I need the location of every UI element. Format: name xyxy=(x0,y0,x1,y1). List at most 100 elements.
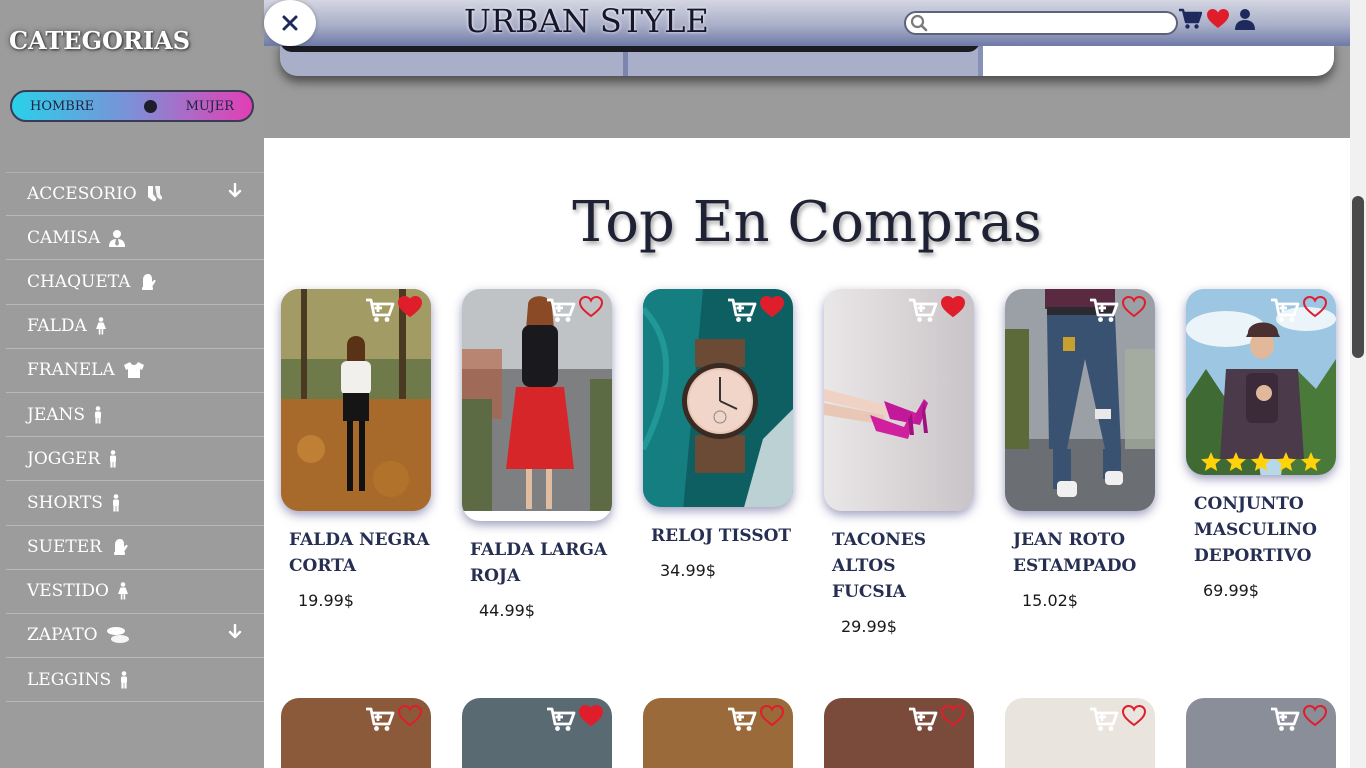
product-image[interactable] xyxy=(643,289,793,507)
add-to-cart-icon[interactable] xyxy=(1270,706,1300,732)
star-icon xyxy=(1251,452,1271,471)
favorite-heart-icon[interactable] xyxy=(1121,295,1147,319)
header-actions xyxy=(1178,8,1256,30)
favorite-heart-icon[interactable] xyxy=(1121,704,1147,728)
chevron-down-icon[interactable] xyxy=(228,182,242,199)
dropdown-caret[interactable] xyxy=(228,623,242,645)
product-card[interactable]: RELOJ TISSOT 34.99$ xyxy=(643,289,793,580)
sidebar-item-label: SHORTS xyxy=(27,492,103,513)
product-name[interactable]: FALDA NEGRA CORTA xyxy=(281,527,431,579)
product-price: 44.99$ xyxy=(479,601,535,620)
gender-toggle-right-label: MUJER xyxy=(185,98,234,114)
search-box[interactable] xyxy=(904,11,1178,35)
favorite-heart-icon[interactable] xyxy=(1302,295,1328,319)
product-rating xyxy=(1200,451,1322,473)
product-card[interactable] xyxy=(1186,698,1336,768)
favorite-heart-icon[interactable] xyxy=(940,295,966,319)
close-sidebar-button[interactable] xyxy=(264,0,316,46)
dropdown-caret[interactable] xyxy=(228,182,242,204)
add-to-cart-icon[interactable] xyxy=(908,297,938,323)
sidebar-item-sueter[interactable]: SUETER xyxy=(6,526,264,570)
user-tie-icon xyxy=(108,229,126,247)
search-icon xyxy=(910,14,928,32)
product-card[interactable] xyxy=(643,698,793,768)
product-image[interactable] xyxy=(1186,289,1336,475)
sidebar-item-jogger[interactable]: JOGGER xyxy=(6,437,264,482)
sidebar-item-label: VESTIDO xyxy=(27,581,109,602)
star-icon xyxy=(1301,452,1321,471)
product-name[interactable]: RELOJ TISSOT xyxy=(643,523,793,549)
favorite-heart-icon[interactable] xyxy=(940,704,966,728)
brand-logo[interactable]: URBAN STYLE xyxy=(464,2,709,40)
product-name[interactable]: TACONES ALTOS FUCSIA xyxy=(824,527,974,605)
product-price: 69.99$ xyxy=(1203,581,1259,600)
product-card[interactable] xyxy=(462,698,612,768)
person-icon xyxy=(108,449,118,468)
add-to-cart-icon[interactable] xyxy=(1089,706,1119,732)
favorite-heart-icon[interactable] xyxy=(759,704,785,728)
product-image[interactable] xyxy=(462,289,612,521)
product-card[interactable]: CONJUNTO MASCULINO DEPORTIVO 69.99$ xyxy=(1186,289,1336,600)
sidebar-item-label: ZAPATO xyxy=(27,625,98,646)
page-scrollbar-track[interactable] xyxy=(1350,0,1366,768)
sidebar-item-camisa[interactable]: CAMISA xyxy=(6,216,264,261)
product-card[interactable]: FALDA NEGRA CORTA 19.99$ xyxy=(281,289,431,610)
add-to-cart-icon[interactable] xyxy=(727,297,757,323)
gender-toggle[interactable]: HOMBRE MUJER xyxy=(10,90,254,122)
product-card[interactable] xyxy=(1005,698,1155,768)
sidebar-item-chaqueta[interactable]: CHAQUETA xyxy=(6,260,264,305)
sidebar-item-zapato[interactable]: ZAPATO xyxy=(6,614,264,659)
sidebar-item-falda[interactable]: FALDA xyxy=(6,305,264,349)
product-card[interactable]: FALDA LARGA ROJA 44.99$ xyxy=(462,289,612,620)
product-card[interactable]: JEAN ROTO ESTAMPADO 15.02$ xyxy=(1005,289,1155,610)
add-to-cart-icon[interactable] xyxy=(546,706,576,732)
favorite-heart-icon[interactable] xyxy=(397,704,423,728)
add-to-cart-icon[interactable] xyxy=(546,297,576,323)
favorites-heart-icon[interactable] xyxy=(1206,8,1230,30)
add-to-cart-icon[interactable] xyxy=(727,706,757,732)
product-name[interactable]: JEAN ROTO ESTAMPADO xyxy=(1005,527,1155,579)
product-image[interactable] xyxy=(281,289,431,511)
sidebar-item-accesorio[interactable]: ACCESORIO xyxy=(6,172,264,217)
product-image[interactable] xyxy=(824,289,974,511)
person-dress-icon xyxy=(117,582,129,600)
favorite-heart-icon[interactable] xyxy=(1302,704,1328,728)
add-to-cart-icon[interactable] xyxy=(1089,297,1119,323)
product-card[interactable] xyxy=(824,698,974,768)
star-icon xyxy=(1226,452,1246,471)
sidebar-item-shorts[interactable]: SHORTS xyxy=(6,481,264,526)
favorite-heart-icon[interactable] xyxy=(759,295,785,319)
sidebar-item-label: CHAQUETA xyxy=(27,271,131,292)
sidebar-item-leggins[interactable]: LEGGINS xyxy=(6,658,264,703)
category-sidebar: CATEGORIAS HOMBRE MUJER ACCESORIO CAMISA C… xyxy=(0,0,264,768)
add-to-cart-icon[interactable] xyxy=(908,706,938,732)
product-card[interactable]: TACONES ALTOS FUCSIA 29.99$ xyxy=(824,289,974,636)
search-input[interactable] xyxy=(932,14,1172,32)
add-to-cart-icon[interactable] xyxy=(365,297,395,323)
product-name[interactable]: FALDA LARGA ROJA xyxy=(462,537,612,589)
sidebar-item-franela[interactable]: FRANELA xyxy=(6,349,264,393)
page-scrollbar-thumb[interactable] xyxy=(1352,196,1364,358)
product-name[interactable]: CONJUNTO MASCULINO DEPORTIVO xyxy=(1186,491,1336,569)
add-to-cart-icon[interactable] xyxy=(365,706,395,732)
sidebar-item-label: JEANS xyxy=(27,404,86,425)
person-icon xyxy=(119,670,129,689)
sidebar-item-vestido[interactable]: VESTIDO xyxy=(6,570,264,614)
favorite-heart-icon[interactable] xyxy=(397,295,423,319)
socks-icon xyxy=(145,185,163,203)
sidebar-item-label: CAMISA xyxy=(27,227,101,248)
sidebar-item-jeans[interactable]: JEANS xyxy=(6,393,264,438)
sidebar-item-label: ACCESORIO xyxy=(27,184,137,205)
gender-toggle-left-label: HOMBRE xyxy=(30,98,95,114)
favorite-heart-icon[interactable] xyxy=(578,295,604,319)
sidebar-item-label: JOGGER xyxy=(27,448,101,469)
product-image[interactable] xyxy=(1005,289,1155,511)
chevron-down-icon[interactable] xyxy=(228,623,242,640)
user-account-icon[interactable] xyxy=(1234,8,1256,30)
toggle-knob[interactable] xyxy=(144,100,157,113)
add-to-cart-icon[interactable] xyxy=(1270,297,1300,323)
favorite-heart-icon[interactable] xyxy=(578,704,604,728)
mitten-icon xyxy=(138,273,157,291)
cart-icon[interactable] xyxy=(1178,8,1202,30)
product-card[interactable] xyxy=(281,698,431,768)
